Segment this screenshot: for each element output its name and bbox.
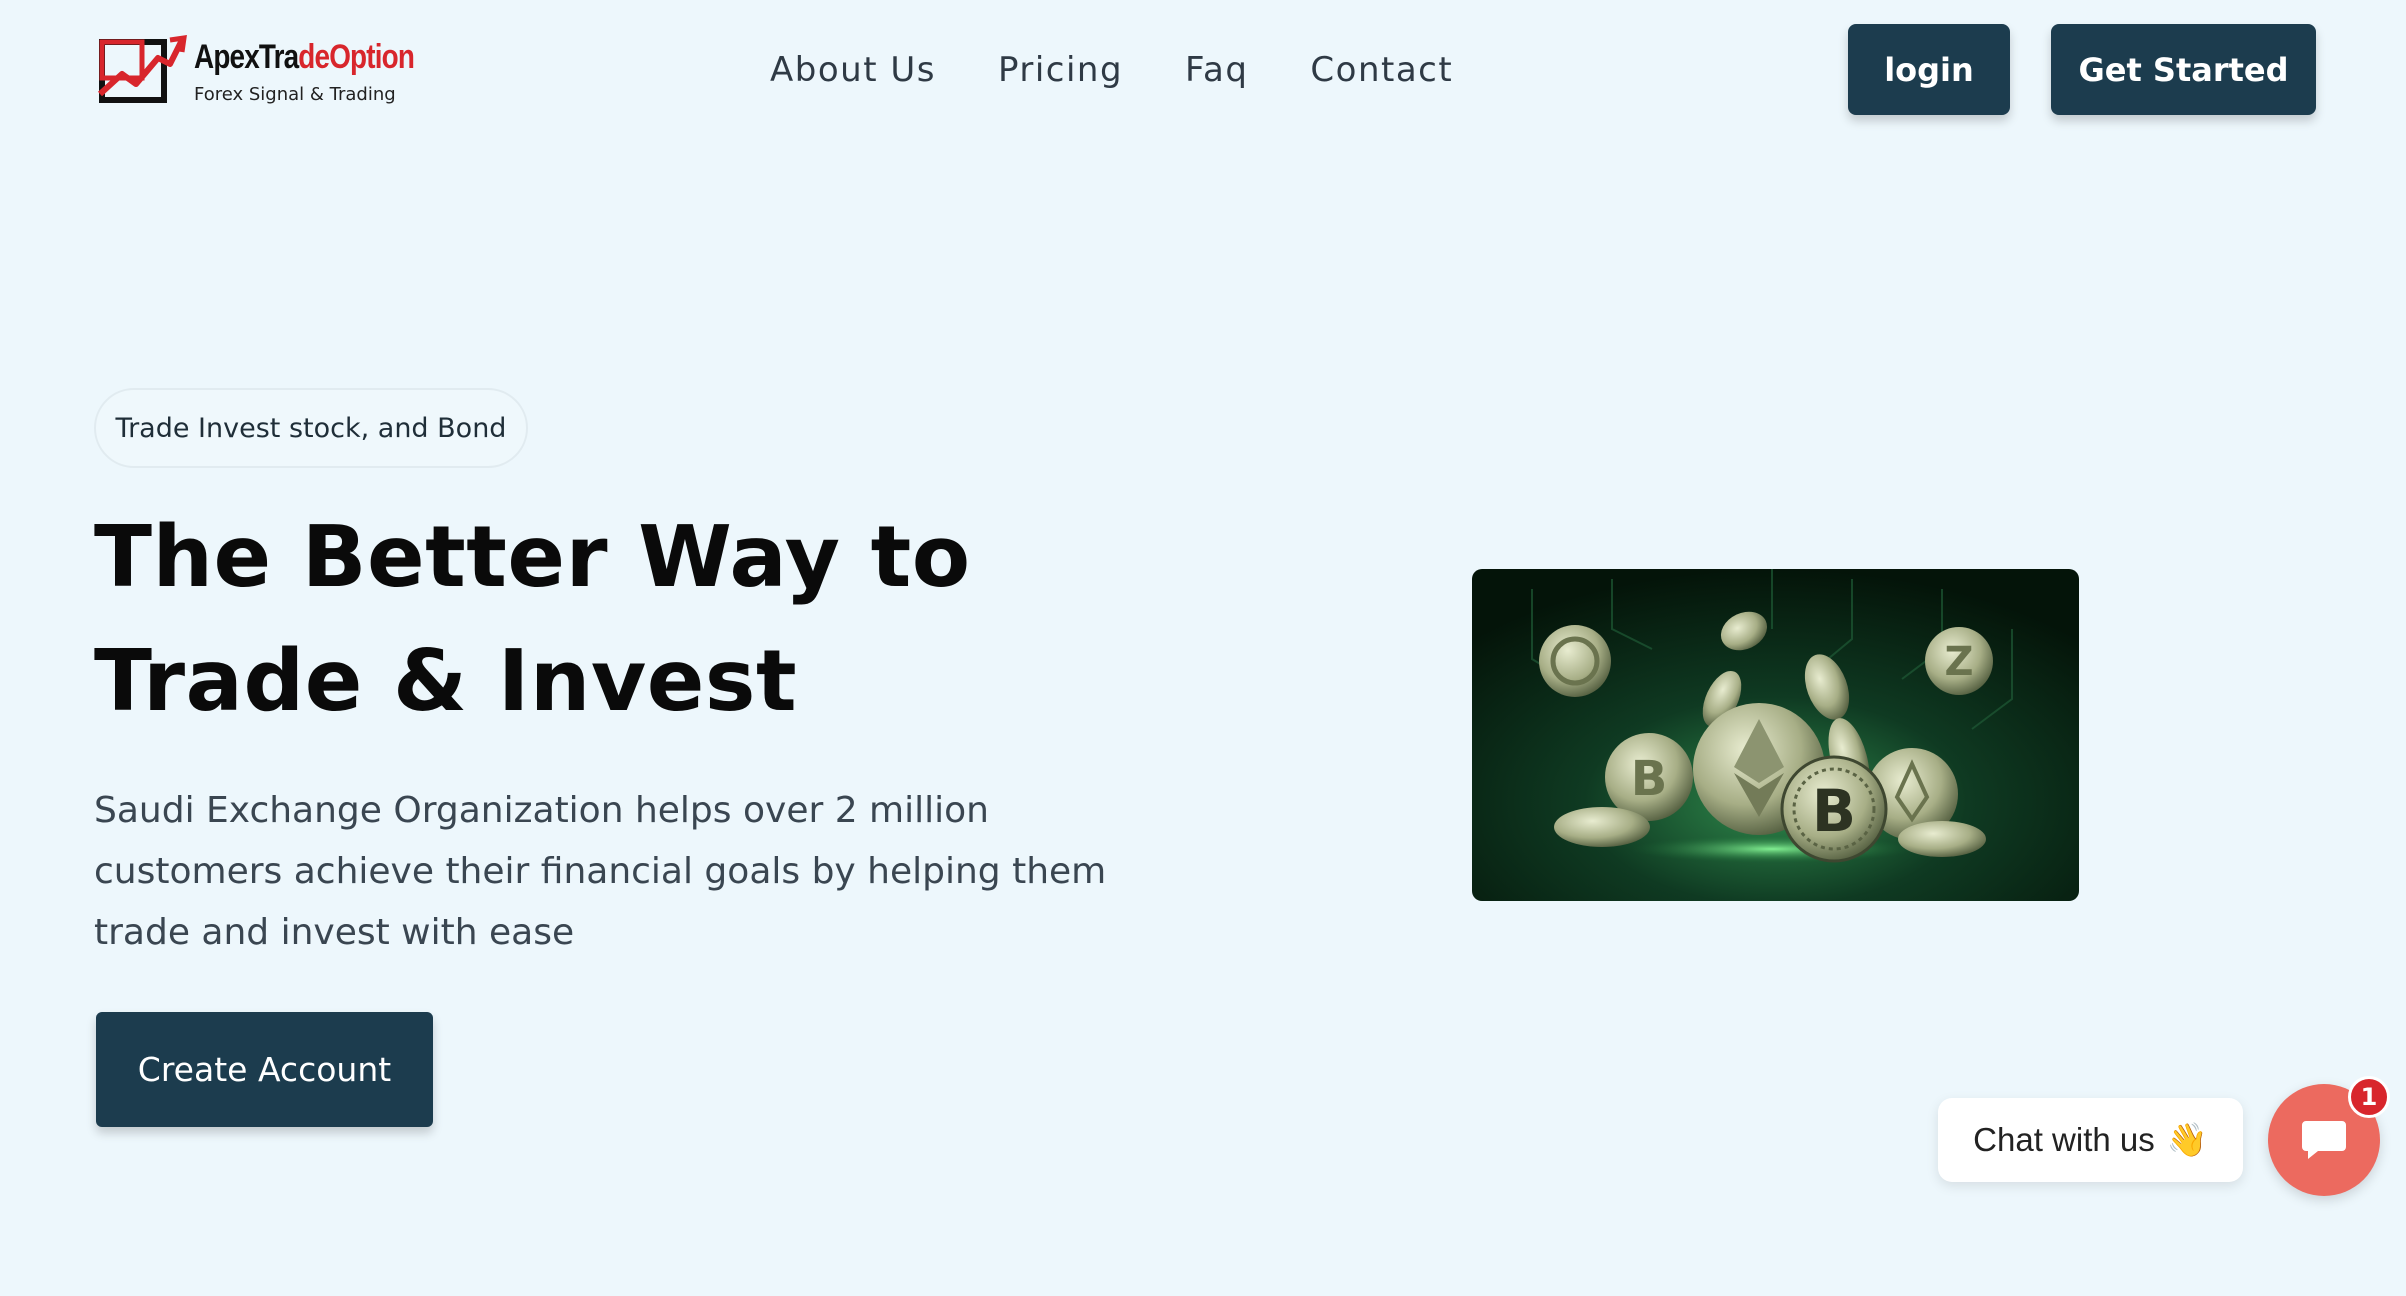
nav-faq[interactable]: Faq	[1185, 50, 1248, 90]
chat-notification-badge: 1	[2348, 1076, 2390, 1118]
nav-pricing[interactable]: Pricing	[998, 50, 1123, 90]
brand-logo[interactable]: ApexTradeOption Forex Signal & Trading	[96, 34, 416, 114]
svg-text:Z: Z	[1944, 639, 1973, 685]
chat-label-text: Chat with us	[1973, 1121, 2155, 1158]
login-button[interactable]: login	[1848, 24, 2010, 115]
hero-title-line-2: Trade & Invest	[94, 632, 798, 731]
get-started-button[interactable]: Get Started	[2051, 24, 2316, 115]
svg-text:B: B	[1812, 777, 1856, 845]
hero-pill-badge: Trade Invest stock, and Bond	[94, 388, 528, 468]
nav-contact[interactable]: Contact	[1310, 50, 1453, 90]
waving-hand-icon: 👋	[2166, 1120, 2208, 1158]
svg-text:B: B	[1631, 751, 1668, 807]
brand-tagline: Forex Signal & Trading	[194, 84, 396, 105]
crypto-coins-image: Z B B	[1472, 569, 2079, 901]
create-account-button[interactable]: Create Account	[96, 1012, 433, 1127]
chat-bubble-icon	[2302, 1121, 2346, 1159]
site-header: ApexTradeOption Forex Signal & Trading A…	[0, 0, 2406, 150]
main-nav: About Us Pricing Faq Contact	[770, 50, 1453, 90]
hero-title-line-1: The Better Way to	[94, 508, 971, 607]
chart-logo-icon	[97, 35, 187, 103]
nav-about-us[interactable]: About Us	[770, 50, 936, 90]
brand-name: ApexTradeOption	[194, 38, 415, 76]
chat-with-us-label[interactable]: Chat with us 👋	[1938, 1098, 2243, 1182]
hero-description: Saudi Exchange Organization helps over 2…	[94, 790, 1107, 953]
